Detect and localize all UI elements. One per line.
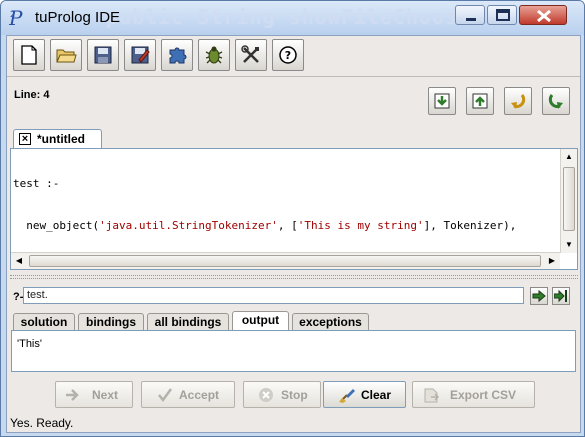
code-line: new_object('java.util.StringTokenizer', … (13, 219, 517, 232)
editor-vertical-scrollbar[interactable]: ▲ ▼ (560, 149, 577, 253)
new-file-button[interactable] (13, 39, 45, 71)
code-line: test :- (13, 177, 60, 190)
close-icon (537, 9, 551, 23)
debug-button[interactable] (198, 39, 230, 71)
help-button[interactable]: ? (272, 39, 304, 71)
main-window: public String showFileChoos P 2 tuProlog… (0, 0, 585, 437)
stop-icon (259, 388, 273, 402)
svg-text:?: ? (285, 49, 291, 62)
solve-all-arrow-icon (554, 289, 567, 303)
theory-button[interactable] (161, 39, 193, 71)
save-theory-icon (472, 93, 488, 109)
accept-label: Accept (179, 388, 220, 402)
open-folder-icon (56, 49, 77, 63)
export-icon (424, 388, 440, 403)
solve-all-button[interactable] (552, 287, 570, 305)
save-icon (94, 46, 112, 64)
output-panel: 'This' (11, 330, 576, 372)
load-theory-button[interactable] (428, 87, 456, 115)
toolbar-divider (7, 76, 580, 77)
maximize-icon (496, 9, 510, 21)
tools-button[interactable] (235, 39, 267, 71)
tuprolog-logo-icon: P 2 (9, 7, 23, 29)
debug-bug-icon (205, 46, 223, 64)
solve-button[interactable] (530, 287, 548, 305)
code-area[interactable]: test :- new_object('java.util.StringToke… (11, 149, 558, 253)
theory-puzzle-icon (169, 47, 187, 64)
close-button[interactable] (519, 5, 567, 25)
next-button[interactable]: Next (55, 381, 133, 408)
title-bar[interactable]: public String showFileChoos P 2 tuProlog… (1, 1, 584, 35)
export-csv-label: Export CSV (450, 388, 517, 402)
split-pane-divider[interactable] (10, 275, 578, 279)
tab-untitled[interactable]: × *untitled (13, 129, 102, 149)
window-title: tuProlog IDE (35, 9, 121, 26)
scroll-down-icon[interactable]: ▼ (561, 237, 577, 253)
redo-icon (548, 94, 563, 109)
accept-button[interactable]: Accept (141, 381, 235, 408)
close-tab-icon[interactable]: × (19, 133, 31, 145)
help-icon: ? (279, 46, 297, 64)
scroll-up-icon[interactable]: ▲ (561, 149, 577, 165)
clear-label: Clear (361, 388, 392, 402)
minimize-icon (466, 18, 476, 21)
solve-arrow-icon (532, 289, 546, 303)
open-file-button[interactable] (50, 39, 82, 71)
undo-icon (511, 94, 526, 109)
minimize-button[interactable] (455, 5, 485, 25)
output-text: 'This' (17, 338, 42, 350)
stop-button[interactable]: Stop (243, 381, 321, 408)
maximize-button[interactable] (487, 5, 517, 25)
scroll-right-icon[interactable]: ▶ (544, 253, 560, 269)
line-indicator: Line: 4 (14, 89, 50, 101)
new-file-icon (21, 45, 37, 65)
accept-icon (158, 388, 173, 403)
editor-horizontal-scrollbar[interactable]: ◀ ▶ (11, 252, 560, 269)
status-bar-text: Yes. Ready. (10, 416, 74, 430)
clear-button[interactable]: Clear (323, 381, 406, 408)
save-as-icon (131, 46, 150, 64)
scroll-left-icon[interactable]: ◀ (11, 253, 27, 269)
undo-button[interactable] (504, 87, 532, 115)
code-editor[interactable]: test :- new_object('java.util.StringToke… (10, 148, 578, 270)
redo-button[interactable] (542, 87, 570, 115)
horizontal-scroll-thumb[interactable] (29, 255, 541, 267)
query-input[interactable]: test. (23, 287, 524, 304)
next-label: Next (92, 388, 119, 402)
query-prompt: ?- (13, 291, 24, 303)
save-button[interactable] (87, 39, 119, 71)
ide-client-area: ? Line: 4 × *untitled test :- new_object… (6, 35, 581, 433)
export-csv-button[interactable]: Export CSV (412, 381, 535, 408)
load-theory-icon (434, 93, 450, 109)
svg-text:2: 2 (10, 10, 15, 19)
next-icon (66, 389, 79, 401)
stop-label: Stop (281, 388, 308, 402)
tab-label: *untitled (37, 132, 85, 146)
vertical-scroll-thumb[interactable] (563, 167, 575, 231)
save-as-button[interactable] (124, 39, 156, 71)
title-bar-background-text: public String showFileChoos (106, 5, 459, 29)
tab-output[interactable]: output (232, 311, 289, 332)
save-theory-button[interactable] (466, 87, 494, 115)
clear-broom-icon (339, 389, 355, 403)
tools-icon (241, 45, 259, 63)
